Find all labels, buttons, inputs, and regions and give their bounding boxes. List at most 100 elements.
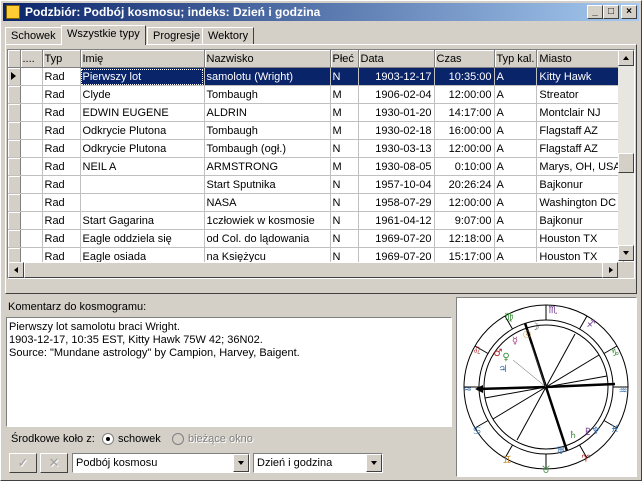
cell-typ[interactable]: Rad bbox=[42, 175, 81, 194]
cell-miasto[interactable]: Washington DC bbox=[536, 193, 624, 212]
cell-imie[interactable]: Odkrycie Plutona bbox=[80, 139, 205, 158]
records-grid[interactable]: .... Typ Imię Nazwisko Płeć Data Czas Ty… bbox=[7, 49, 635, 279]
row-indicator[interactable] bbox=[8, 85, 21, 104]
row-indicator[interactable] bbox=[8, 157, 21, 176]
cell-czas[interactable]: 20:26:24 bbox=[434, 175, 495, 194]
cell-miasto[interactable]: Flagstaff AZ bbox=[536, 139, 624, 158]
ok-button[interactable]: ✓ bbox=[9, 453, 37, 473]
cell-nazwisko[interactable]: Start Sputnika bbox=[204, 175, 331, 194]
comment-memo[interactable]: Pierwszy lot samolotu braci Wright. 1903… bbox=[6, 317, 452, 427]
cell-typ[interactable]: Rad bbox=[42, 157, 81, 176]
cell-typkal[interactable]: A bbox=[494, 157, 538, 176]
cell-data[interactable]: 1930-08-05 bbox=[358, 157, 435, 176]
cell-data[interactable]: 1957-10-04 bbox=[358, 175, 435, 194]
cell-typkal[interactable]: A bbox=[494, 67, 538, 86]
cell-imie[interactable] bbox=[80, 193, 205, 212]
table-row[interactable]: Rad NEIL A ARMSTRONG M 1930-08-05 0:10:00 A Mar… bbox=[8, 157, 624, 176]
cell-typkal[interactable]: A bbox=[494, 193, 538, 212]
cell-dots[interactable] bbox=[20, 103, 43, 122]
cell-plec[interactable]: N bbox=[330, 229, 359, 248]
cell-miasto[interactable]: Streator bbox=[536, 85, 624, 104]
table-row[interactable]: Rad Eagle oddziela się od Col. do lądowani… bbox=[8, 229, 624, 248]
scroll-up-button[interactable] bbox=[618, 50, 634, 66]
column-header-typ-kal[interactable]: Typ kal. bbox=[494, 50, 538, 68]
radio-schowek-label[interactable]: schowek bbox=[118, 433, 161, 445]
cell-czas[interactable]: 12:18:00 bbox=[434, 229, 495, 248]
cell-nazwisko[interactable]: ARMSTRONG bbox=[204, 157, 331, 176]
cell-czas[interactable]: 9:07:00 bbox=[434, 211, 495, 230]
table-row[interactable]: Rad Clyde Tombaugh M 1906-02-04 12:00:00 A Stre… bbox=[8, 85, 624, 104]
cell-data[interactable]: 1958-07-29 bbox=[358, 193, 435, 212]
cell-miasto[interactable]: Marys, OH, USA bbox=[536, 157, 624, 176]
cell-dots[interactable] bbox=[20, 121, 43, 140]
cell-nazwisko[interactable]: samolotu (Wright) bbox=[204, 67, 331, 86]
column-header-plec[interactable]: Płeć bbox=[330, 50, 359, 68]
cell-typ[interactable]: Rad bbox=[42, 85, 81, 104]
cell-dots[interactable] bbox=[20, 175, 43, 194]
cell-typkal[interactable]: A bbox=[494, 211, 538, 230]
row-indicator[interactable] bbox=[8, 193, 21, 212]
cell-dots[interactable] bbox=[20, 67, 43, 86]
cell-czas[interactable]: 0:10:00 bbox=[434, 157, 495, 176]
row-indicator[interactable] bbox=[8, 67, 21, 86]
cell-nazwisko[interactable]: Tombaugh bbox=[204, 121, 331, 140]
row-indicator[interactable] bbox=[8, 175, 21, 194]
cell-plec[interactable]: N bbox=[330, 67, 359, 86]
row-indicator[interactable] bbox=[8, 229, 21, 248]
cell-dots[interactable] bbox=[20, 139, 43, 158]
cell-miasto[interactable]: Kitty Hawk bbox=[536, 67, 624, 86]
tab-progresje[interactable]: Progresje bbox=[147, 27, 207, 44]
cell-typkal[interactable]: A bbox=[494, 229, 538, 248]
column-header-data[interactable]: Data bbox=[358, 50, 435, 68]
cell-miasto[interactable]: Montclair NJ bbox=[536, 103, 624, 122]
cell-imie[interactable]: NEIL A bbox=[80, 157, 205, 176]
table-row[interactable]: Rad EDWIN EUGENE ALDRIN M 1930-01-20 14:17:00… bbox=[8, 103, 624, 122]
column-header-czas[interactable]: Czas bbox=[434, 50, 495, 68]
cell-typkal[interactable]: A bbox=[494, 85, 538, 104]
cell-dots[interactable] bbox=[20, 85, 43, 104]
index-combo[interactable]: Dzień i godzina bbox=[253, 453, 383, 473]
table-row[interactable]: Rad Start Sputnika N 1957-10-04 20:26:24 A Baj… bbox=[8, 175, 624, 194]
cell-czas[interactable]: 12:00:00 bbox=[434, 85, 495, 104]
cell-data[interactable]: 1969-07-20 bbox=[358, 229, 435, 248]
table-row[interactable]: Rad Pierwszy lot samolotu (Wright) N 1903-12… bbox=[8, 67, 624, 86]
cell-nazwisko[interactable]: 1człowiek w kosmosie bbox=[204, 211, 331, 230]
cell-nazwisko[interactable]: Tombaugh (ogł.) bbox=[204, 139, 331, 158]
horizontal-scrollbar[interactable] bbox=[8, 262, 618, 278]
cell-czas[interactable]: 12:00:00 bbox=[434, 139, 495, 158]
cell-plec[interactable]: N bbox=[330, 139, 359, 158]
cell-typkal[interactable]: A bbox=[494, 139, 538, 158]
cell-imie[interactable]: EDWIN EUGENE bbox=[80, 103, 205, 122]
cell-typ[interactable]: Rad bbox=[42, 121, 81, 140]
scroll-right-button[interactable] bbox=[602, 262, 618, 278]
cell-data[interactable]: 1961-04-12 bbox=[358, 211, 435, 230]
table-row[interactable]: Rad Start Gagarina 1człowiek w kosmosie N 19… bbox=[8, 211, 624, 230]
cell-dots[interactable] bbox=[20, 157, 43, 176]
horizontal-scroll-thumb[interactable] bbox=[24, 262, 604, 278]
cell-plec[interactable]: N bbox=[330, 193, 359, 212]
scroll-down-button[interactable] bbox=[618, 245, 634, 261]
row-indicator[interactable] bbox=[8, 103, 21, 122]
table-row[interactable]: Rad Odkrycie Plutona Tombaugh (ogł.) N 1930-… bbox=[8, 139, 624, 158]
cell-nazwisko[interactable]: od Col. do lądowania bbox=[204, 229, 331, 248]
scroll-left-button[interactable] bbox=[8, 262, 24, 278]
subset-combo[interactable]: Podbój kosmosu bbox=[72, 453, 250, 473]
table-row[interactable]: Rad Odkrycie Plutona Tombaugh M 1930-02-18 16… bbox=[8, 121, 624, 140]
horoscope-wheel-panel[interactable]: ♏ ♐ ♑ ♒ ♓ ♈ ♉ ♊ ♋ ≈ ♌ ♍ ☿ ♂ ♀ ♃ ☉ ☽ ♇ ♆ … bbox=[456, 297, 637, 477]
cell-czas[interactable]: 16:00:00 bbox=[434, 121, 495, 140]
tab-schowek[interactable]: Schowek bbox=[5, 27, 62, 44]
title-bar[interactable]: Podzbiór: Podbój kosmosu; indeks: Dzień … bbox=[3, 3, 639, 21]
column-header-dots[interactable]: .... bbox=[20, 50, 43, 68]
cell-miasto[interactable]: Bajkonur bbox=[536, 175, 624, 194]
close-button[interactable]: × bbox=[621, 5, 637, 19]
vertical-scrollbar[interactable] bbox=[618, 50, 634, 261]
cell-miasto[interactable]: Bajkonur bbox=[536, 211, 624, 230]
cancel-button[interactable]: ✕ bbox=[40, 453, 68, 473]
cell-imie[interactable] bbox=[80, 175, 205, 194]
column-header-imie[interactable]: Imię bbox=[80, 50, 205, 68]
cell-nazwisko[interactable]: NASA bbox=[204, 193, 331, 212]
row-indicator[interactable] bbox=[8, 139, 21, 158]
cell-plec[interactable]: N bbox=[330, 211, 359, 230]
cell-plec[interactable]: M bbox=[330, 85, 359, 104]
cell-typ[interactable]: Rad bbox=[42, 139, 81, 158]
